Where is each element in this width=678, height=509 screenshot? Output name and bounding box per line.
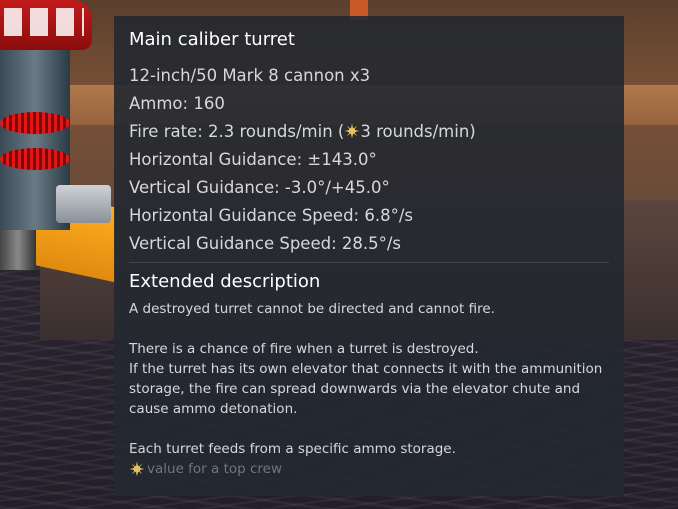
fire-rate-base: Fire rate: 2.3 rounds/min ( xyxy=(129,122,345,141)
stat-fire-rate: Fire rate: 2.3 rounds/min ( 3 rounds/min… xyxy=(129,118,609,146)
stat-vertical-speed: Vertical Guidance Speed: 28.5°/s xyxy=(129,234,402,253)
tooltip-title: Main caliber turret xyxy=(129,29,295,50)
gun-mount-model xyxy=(56,185,111,223)
tooltip-divider xyxy=(129,262,609,263)
turret-model-windows xyxy=(4,8,84,36)
stat-vertical-guidance: Vertical Guidance: -3.0°/+45.0° xyxy=(129,178,390,197)
stat-horizontal-speed: Horizontal Guidance Speed: 6.8°/s xyxy=(129,206,414,225)
turret-model-ring-lower xyxy=(0,148,70,170)
top-crew-footnote: value for a top crew xyxy=(129,459,609,479)
stat-horizontal-guidance: Horizontal Guidance: ±143.0° xyxy=(129,150,377,169)
stat-ammo: Ammo: 160 xyxy=(129,94,225,113)
description-paragraph: There is a chance of fire when a turret … xyxy=(129,341,603,417)
ace-crew-icon xyxy=(344,123,360,139)
turret-model-ring-upper xyxy=(0,112,70,134)
module-tooltip: Main caliber turret 12-inch/50 Mark 8 ca… xyxy=(114,16,624,496)
stat-cannon: 12-inch/50 Mark 8 cannon x3 xyxy=(129,66,371,85)
ace-crew-icon xyxy=(129,461,145,477)
turret-model-column xyxy=(0,230,36,270)
extended-description-title: Extended description xyxy=(129,271,321,292)
fire-rate-ace: 3 rounds/min) xyxy=(360,122,476,141)
footnote-text: value for a top crew xyxy=(147,461,283,477)
description-paragraph: A destroyed turret cannot be directed an… xyxy=(129,301,495,317)
turret-model-top xyxy=(0,0,92,50)
description-paragraph: Each turret feeds from a specific ammo s… xyxy=(129,441,456,457)
